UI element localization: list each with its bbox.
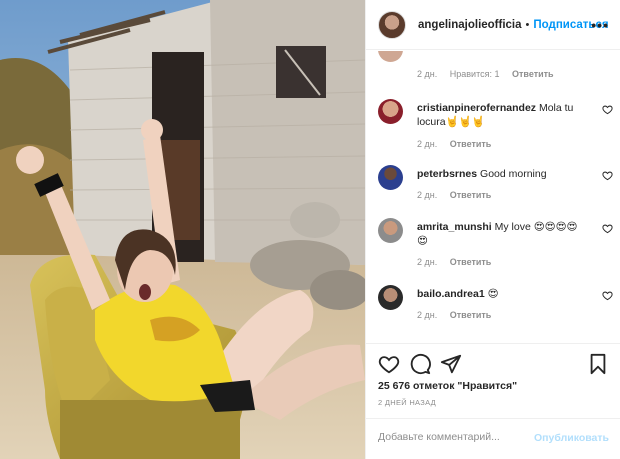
- reply-button[interactable]: Ответить: [450, 139, 492, 149]
- comment-username[interactable]: bailo.andrea1: [417, 288, 485, 300]
- comment-time[interactable]: 2 дн.: [417, 190, 437, 200]
- comment-meta: 2 дн. Нравится: 1 Ответить: [417, 69, 564, 79]
- commenter-avatar[interactable]: [378, 285, 403, 310]
- add-comment-bar: Опубликовать: [366, 418, 620, 459]
- like-comment-icon[interactable]: [602, 223, 613, 234]
- comment-body: amrita_munshi My love 😍😍😍😍😍: [417, 220, 587, 248]
- comment-body: 😂😂: [417, 51, 587, 53]
- comment-meta: 2 дн. Ответить: [417, 139, 501, 149]
- share-icon[interactable]: [440, 353, 462, 375]
- comment-icon[interactable]: [409, 353, 431, 375]
- comment-text: 😍: [487, 288, 499, 300]
- commenter-avatar[interactable]: [378, 218, 403, 243]
- comment-time[interactable]: 2 дн.: [417, 69, 437, 79]
- like-comment-icon[interactable]: [602, 290, 613, 301]
- reply-button[interactable]: Ответить: [512, 69, 554, 79]
- heart-icon[interactable]: [378, 353, 400, 375]
- post-header: angelinajolieofficia • Подписаться •••: [366, 0, 620, 50]
- comment-body: cristianpinerofernandez Mola tu locura🤘🤘…: [417, 101, 587, 129]
- comment-text: 😂😂: [417, 51, 442, 52]
- commenter-avatar[interactable]: [378, 99, 403, 124]
- comment-text: Good morning: [480, 168, 547, 180]
- commenter-avatar[interactable]: [378, 165, 403, 190]
- like-comment-icon[interactable]: [602, 170, 613, 181]
- reply-button[interactable]: Ответить: [450, 310, 492, 320]
- like-comment-icon[interactable]: [602, 104, 613, 115]
- more-icon[interactable]: •••: [591, 17, 609, 33]
- post-photo: [0, 0, 365, 459]
- author-avatar[interactable]: [378, 10, 406, 39]
- comment-likes[interactable]: Нравится: 1: [450, 69, 500, 79]
- comment-body: bailo.andrea1 😍: [417, 287, 587, 301]
- author-username[interactable]: angelinajolieofficia: [418, 19, 522, 31]
- post-date[interactable]: 2 ДНЕЙ НАЗАД: [378, 398, 436, 407]
- comment-input[interactable]: [378, 431, 528, 443]
- comment-meta: 2 дн. Ответить: [417, 310, 501, 320]
- comment-time[interactable]: 2 дн.: [417, 257, 437, 267]
- publish-button[interactable]: Опубликовать: [534, 432, 609, 444]
- comment-username[interactable]: amrita_munshi: [417, 221, 492, 233]
- comment-username[interactable]: peterbsrnes: [417, 168, 477, 180]
- comment-username[interactable]: cristianpinerofernandez: [417, 102, 536, 114]
- bookmark-icon[interactable]: [587, 353, 609, 375]
- post-photo-illustration: [0, 0, 365, 459]
- likes-count[interactable]: 25 676 отметок "Нравится": [378, 380, 517, 392]
- comment-meta: 2 дн. Ответить: [417, 190, 501, 200]
- comment-body: peterbsrnes Good morning: [417, 167, 587, 181]
- comment-time[interactable]: 2 дн.: [417, 310, 437, 320]
- post-sidebar: angelinajolieofficia • Подписаться ••• 😂…: [365, 0, 620, 459]
- comment-meta: 2 дн. Ответить: [417, 257, 501, 267]
- commenter-avatar[interactable]: [378, 51, 403, 62]
- reply-button[interactable]: Ответить: [450, 190, 492, 200]
- comment-time[interactable]: 2 дн.: [417, 139, 437, 149]
- reply-button[interactable]: Ответить: [450, 257, 492, 267]
- comments-list[interactable]: 😂😂 2 дн. Нравится: 1 Ответить cristianpi…: [366, 51, 620, 343]
- post-actions: [366, 343, 620, 375]
- header-separator: •: [525, 18, 530, 31]
